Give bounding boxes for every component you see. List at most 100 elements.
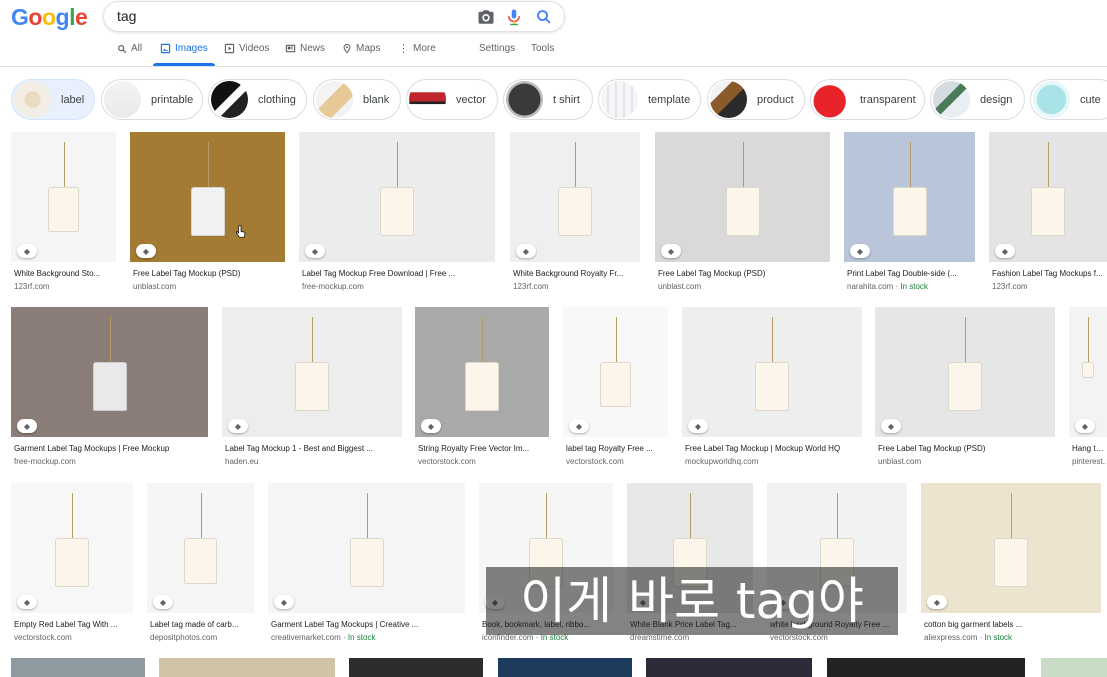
chip-template[interactable]: template <box>598 79 701 120</box>
tab-images[interactable]: Images <box>160 43 208 54</box>
source-domain: vectorstock.com <box>14 633 72 642</box>
result-thumbnail[interactable]: ◆ <box>563 307 668 437</box>
result-thumbnail[interactable]: ◆ <box>844 132 975 262</box>
result-thumbnail[interactable]: ◆ <box>11 307 208 437</box>
image-result[interactable]: ◆ Free Label Tag Mockup | Mockup World HQ… <box>682 307 862 469</box>
tag-illustration <box>1082 361 1094 379</box>
result-thumbnail[interactable] <box>1041 658 1107 677</box>
result-thumbnail[interactable]: ◆ <box>222 307 402 437</box>
result-source: vectorstock.com <box>566 457 667 466</box>
image-result[interactable]: ◆ Hang tag... pinterest... <box>1069 307 1107 469</box>
result-thumbnail[interactable]: ◆ <box>1069 307 1107 437</box>
tag-illustration <box>92 361 127 411</box>
tag-label-icon: ◆ <box>927 595 947 609</box>
result-thumbnail[interactable]: ◆ <box>147 483 254 613</box>
result-title[interactable]: Empty Red Label Tag With ... <box>14 620 132 629</box>
image-result[interactable]: ◆ Label tag made of carb... depositphotos.… <box>147 483 254 645</box>
result-thumbnail[interactable]: ◆ <box>921 483 1101 613</box>
result-thumbnail[interactable] <box>11 658 145 677</box>
result-thumbnail[interactable] <box>159 658 335 677</box>
image-result[interactable]: ◆ Label Tag Mockup 1 - Best and Biggest .… <box>222 307 402 469</box>
image-result[interactable]: ◆ label tag Royalty Free ... vectorstock.c… <box>563 307 668 469</box>
result-thumbnail[interactable] <box>827 658 1025 677</box>
microphone-icon[interactable] <box>505 8 523 26</box>
result-thumbnail[interactable]: ◆ <box>11 483 133 613</box>
result-thumbnail[interactable] <box>646 658 812 677</box>
result-title[interactable]: Print Label Tag Double-side (... <box>847 269 974 278</box>
chip-transparent[interactable]: transparent <box>810 79 925 120</box>
chip-blank[interactable]: blank <box>313 79 401 120</box>
result-title[interactable]: String Royalty Free Vector Im... <box>418 444 548 453</box>
video-subtitle: 이게 바로 tag야 <box>486 567 898 635</box>
chip-clothing[interactable]: clothing <box>208 79 307 120</box>
chip-printable[interactable]: printable <box>101 79 203 120</box>
tab-more[interactable]: ⋮ More <box>398 43 436 54</box>
result-title[interactable]: Garment Label Tag Mockups | Free Mockup <box>14 444 207 453</box>
image-result[interactable]: ◆ White Background Sto... 123rf.com <box>11 132 116 294</box>
source-domain: free-mockup.com <box>302 282 364 291</box>
tab-settings[interactable]: Settings <box>479 43 515 54</box>
chip-t-shirt[interactable]: t shirt <box>503 79 593 120</box>
image-result[interactable]: ◆ White Background Royalty Fr... 123rf.com <box>510 132 640 294</box>
tag-string <box>72 493 73 539</box>
image-result[interactable]: ◆ cotton big garment labels ... aliexpress… <box>921 483 1101 645</box>
result-title[interactable]: Label Tag Mockup 1 - Best and Biggest ..… <box>225 444 401 453</box>
chip-label[interactable]: label <box>11 79 95 120</box>
camera-icon[interactable] <box>477 8 495 26</box>
result-thumbnail[interactable]: ◆ <box>130 132 285 262</box>
tab-label: Images <box>175 43 208 54</box>
image-result[interactable]: ◆ Label Tag Mockup Free Download | Free .… <box>299 132 495 294</box>
tab-tools[interactable]: Tools <box>531 43 554 54</box>
result-thumbnail[interactable]: ◆ <box>655 132 830 262</box>
result-thumbnail[interactable]: ◆ <box>682 307 862 437</box>
result-title[interactable]: label tag Royalty Free ... <box>566 444 667 453</box>
image-result[interactable]: ◆ Free Label Tag Mockup (PSD) unblast.com <box>130 132 285 294</box>
image-result[interactable]: ◆ Empty Red Label Tag With ... vectorstock… <box>11 483 133 645</box>
result-title[interactable]: Label Tag Mockup Free Download | Free ..… <box>302 269 494 278</box>
result-thumbnail[interactable]: ◆ <box>11 132 116 262</box>
tag-string <box>615 317 617 363</box>
image-result[interactable]: ◆ Garment Label Tag Mockups | Free Mockup… <box>11 307 208 469</box>
chip-cute[interactable]: cute <box>1030 79 1107 120</box>
image-result[interactable]: ◆ Garment Label Tag Mockups | Creative ..… <box>268 483 465 645</box>
chip-product[interactable]: product <box>707 79 805 120</box>
result-title[interactable]: White Background Sto... <box>14 269 115 278</box>
result-title[interactable]: Free Label Tag Mockup (PSD) <box>658 269 829 278</box>
google-logo[interactable]: Google <box>11 4 88 31</box>
chip-design[interactable]: design <box>930 79 1025 120</box>
image-result[interactable]: ◆ Free Label Tag Mockup (PSD) unblast.com <box>655 132 830 294</box>
result-thumbnail[interactable]: ◆ <box>989 132 1107 262</box>
result-title[interactable]: Free Label Tag Mockup (PSD) <box>878 444 1054 453</box>
result-title[interactable]: Garment Label Tag Mockups | Creative ... <box>271 620 464 629</box>
result-title[interactable]: Hang tag... <box>1072 444 1106 453</box>
result-thumbnail[interactable] <box>498 658 632 677</box>
image-result[interactable]: ◆ String Royalty Free Vector Im... vectors… <box>415 307 549 469</box>
image-result[interactable]: ◆ Free Label Tag Mockup (PSD) unblast.com <box>875 307 1055 469</box>
result-title[interactable]: Fashion Label Tag Mockups f... <box>992 269 1106 278</box>
search-icon[interactable] <box>535 8 553 26</box>
tab-news[interactable]: News <box>285 43 325 54</box>
image-result[interactable]: ◆ Print Label Tag Double-side (... narahit… <box>844 132 975 294</box>
result-thumbnail[interactable] <box>349 658 483 677</box>
image-result[interactable]: ◆ Fashion Label Tag Mockups f... 123rf.com <box>989 132 1107 294</box>
tab-all[interactable]: All <box>117 43 142 54</box>
search-box[interactable] <box>103 1 565 32</box>
result-thumbnail[interactable]: ◆ <box>510 132 640 262</box>
result-title[interactable]: cotton big garment labels ... <box>924 620 1100 629</box>
tab-maps[interactable]: Maps <box>342 43 380 54</box>
result-title[interactable]: Free Label Tag Mockup | Mockup World HQ <box>685 444 861 453</box>
logo-letter: e <box>74 4 88 30</box>
result-title[interactable]: Free Label Tag Mockup (PSD) <box>133 269 284 278</box>
result-thumbnail[interactable]: ◆ <box>875 307 1055 437</box>
result-title[interactable]: Label tag made of carb... <box>150 620 253 629</box>
source-domain: depositphotos.com <box>150 633 218 642</box>
result-thumbnail[interactable]: ◆ <box>299 132 495 262</box>
tag-string <box>1048 142 1049 188</box>
search-input[interactable] <box>117 8 457 24</box>
chip-vector[interactable]: vector <box>406 79 498 120</box>
tab-videos[interactable]: Videos <box>224 43 269 54</box>
result-title[interactable]: White Background Royalty Fr... <box>513 269 639 278</box>
result-thumbnail[interactable]: ◆ <box>268 483 465 613</box>
result-thumbnail[interactable]: ◆ <box>415 307 549 437</box>
tag-string <box>207 142 209 188</box>
